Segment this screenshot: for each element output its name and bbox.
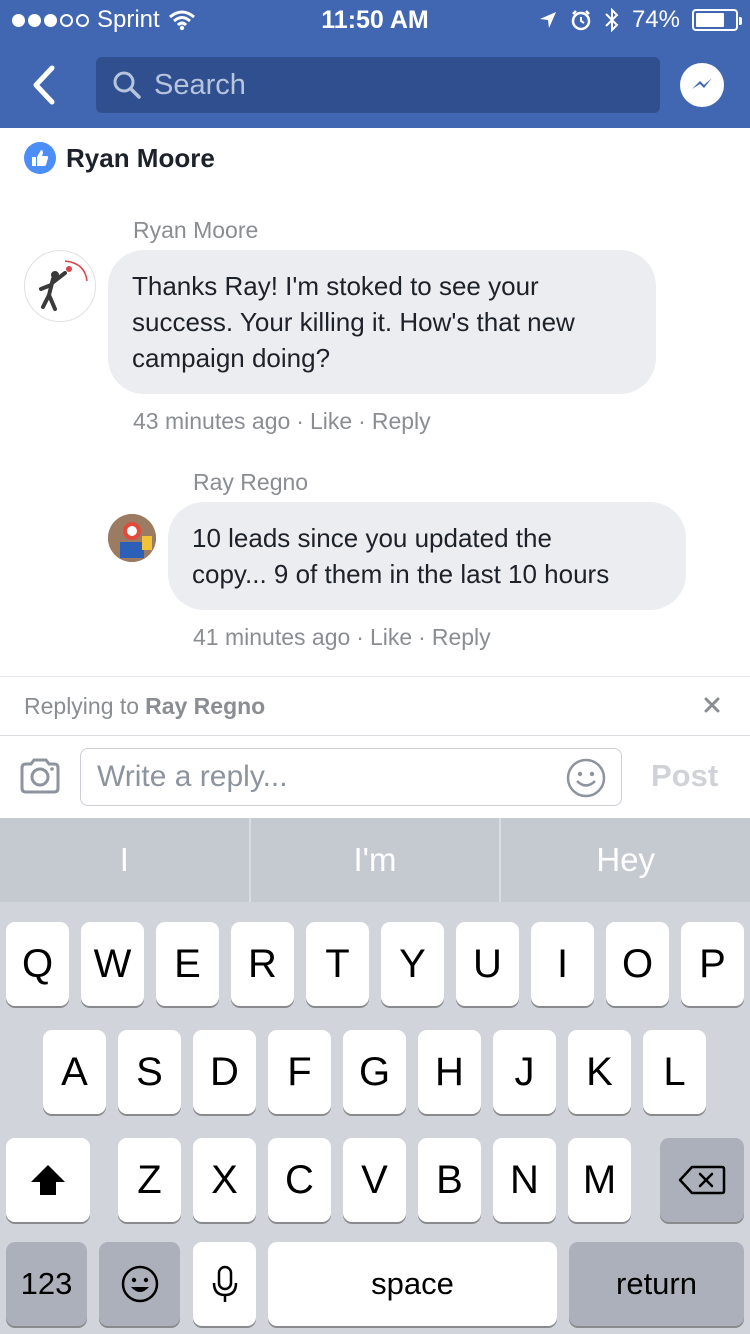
microphone-icon	[212, 1265, 237, 1302]
like-thumb-icon	[24, 142, 56, 174]
key-n[interactable]: N	[493, 1138, 556, 1222]
location-arrow-icon	[539, 12, 556, 28]
liker-header: Ryan Moore	[24, 142, 215, 174]
search-placeholder: Search	[154, 68, 246, 101]
top-bar: Sprint 11:50 AM 74% Search	[0, 0, 750, 128]
comment-meta: 43 minutes ago · Like · Reply	[133, 408, 431, 435]
key-t[interactable]: T	[306, 922, 369, 1006]
key-l[interactable]: L	[643, 1030, 706, 1114]
keyboard: I I'm Hey Q W E R T Y U I O P A S D F G …	[0, 818, 750, 1334]
prediction-item[interactable]: I	[0, 818, 251, 902]
shift-key[interactable]	[6, 1138, 90, 1222]
key-q[interactable]: Q	[6, 922, 69, 1006]
shift-arrow-icon	[31, 1165, 65, 1195]
like-link[interactable]: Like	[310, 408, 352, 435]
emoji-icon[interactable]	[565, 757, 607, 799]
key-d[interactable]: D	[193, 1030, 256, 1114]
key-x[interactable]: X	[193, 1138, 256, 1222]
key-e[interactable]: E	[156, 922, 219, 1006]
key-r[interactable]: R	[231, 922, 294, 1006]
search-input[interactable]: Search	[96, 57, 660, 113]
back-arrow-icon[interactable]	[24, 60, 68, 110]
comment-line: 10 leads since you updated the	[192, 523, 552, 553]
comment-author[interactable]: Ray Regno	[193, 469, 308, 496]
key-b[interactable]: B	[418, 1138, 481, 1222]
reply-composer: Write a reply... Post	[0, 736, 750, 818]
comment-line: success. Your killing it. How's that new	[132, 307, 575, 337]
backspace-icon	[678, 1165, 726, 1195]
messenger-icon[interactable]	[680, 63, 724, 107]
separator: ·	[358, 408, 366, 434]
key-v[interactable]: V	[343, 1138, 406, 1222]
battery-percent: 74%	[631, 6, 680, 33]
comment-bubble[interactable]: 10 leads since you updated the copy... 9…	[168, 502, 686, 610]
key-j[interactable]: J	[493, 1030, 556, 1114]
comment-line: Thanks Ray! I'm stoked to see your	[132, 271, 539, 301]
key-w[interactable]: W	[81, 922, 144, 1006]
comment-line: campaign doing?	[132, 343, 331, 373]
replying-prefix: Replying to	[24, 692, 140, 719]
comment-meta: 41 minutes ago · Like · Reply	[193, 624, 491, 651]
separator: ·	[356, 624, 364, 650]
dictation-key[interactable]	[193, 1242, 256, 1326]
key-s[interactable]: S	[118, 1030, 181, 1114]
reply-placeholder: Write a reply...	[97, 760, 288, 793]
comment-author[interactable]: Ryan Moore	[133, 217, 258, 244]
comment-line: copy... 9 of them in the last 10 hours	[192, 559, 610, 589]
key-a[interactable]: A	[43, 1030, 106, 1114]
key-g[interactable]: G	[343, 1030, 406, 1114]
key-o[interactable]: O	[606, 922, 669, 1006]
key-c[interactable]: C	[268, 1138, 331, 1222]
status-bar: Sprint 11:50 AM 74%	[0, 0, 750, 40]
key-z[interactable]: Z	[118, 1138, 181, 1222]
key-m[interactable]: M	[568, 1138, 631, 1222]
return-key[interactable]: return	[569, 1242, 744, 1326]
key-u[interactable]: U	[456, 922, 519, 1006]
comment-bubble[interactable]: Thanks Ray! I'm stoked to see your succe…	[108, 250, 656, 394]
close-icon[interactable]	[698, 691, 726, 719]
like-link[interactable]: Like	[370, 624, 412, 651]
alarm-icon	[571, 10, 591, 31]
reply-link[interactable]: Reply	[372, 408, 431, 435]
prediction-item[interactable]: Hey	[501, 818, 750, 902]
key-k[interactable]: K	[568, 1030, 631, 1114]
space-key[interactable]: space	[268, 1242, 557, 1326]
search-icon	[113, 71, 141, 99]
battery-icon	[692, 9, 742, 31]
post-button[interactable]: Post	[651, 758, 718, 794]
replying-name: Ray Regno	[145, 692, 266, 719]
comment-time: 41 minutes ago	[193, 624, 351, 650]
emoji-key[interactable]	[99, 1242, 180, 1326]
key-y[interactable]: Y	[381, 922, 444, 1006]
reply-link[interactable]: Reply	[432, 624, 491, 651]
camera-icon[interactable]	[18, 756, 62, 796]
avatar[interactable]	[24, 250, 96, 322]
replying-to-bar: Replying to Ray Regno	[0, 676, 750, 736]
backspace-key[interactable]	[660, 1138, 744, 1222]
liker-name[interactable]: Ryan Moore	[66, 143, 215, 174]
prediction-item[interactable]: I'm	[251, 818, 502, 902]
comment-time: 43 minutes ago	[133, 408, 291, 434]
key-f[interactable]: F	[268, 1030, 331, 1114]
separator: ·	[296, 408, 304, 434]
bluetooth-icon	[605, 8, 619, 32]
key-i[interactable]: I	[531, 922, 594, 1006]
reply-input[interactable]: Write a reply...	[80, 748, 622, 806]
key-p[interactable]: P	[681, 922, 744, 1006]
emoji-icon	[121, 1265, 158, 1303]
separator: ·	[418, 624, 426, 650]
predictive-bar: I I'm Hey	[0, 818, 750, 902]
status-icons: 74%	[538, 6, 742, 34]
numbers-key[interactable]: 123	[6, 1242, 87, 1326]
avatar[interactable]	[108, 514, 156, 562]
key-h[interactable]: H	[418, 1030, 481, 1114]
messenger-bolt-icon	[692, 78, 712, 89]
